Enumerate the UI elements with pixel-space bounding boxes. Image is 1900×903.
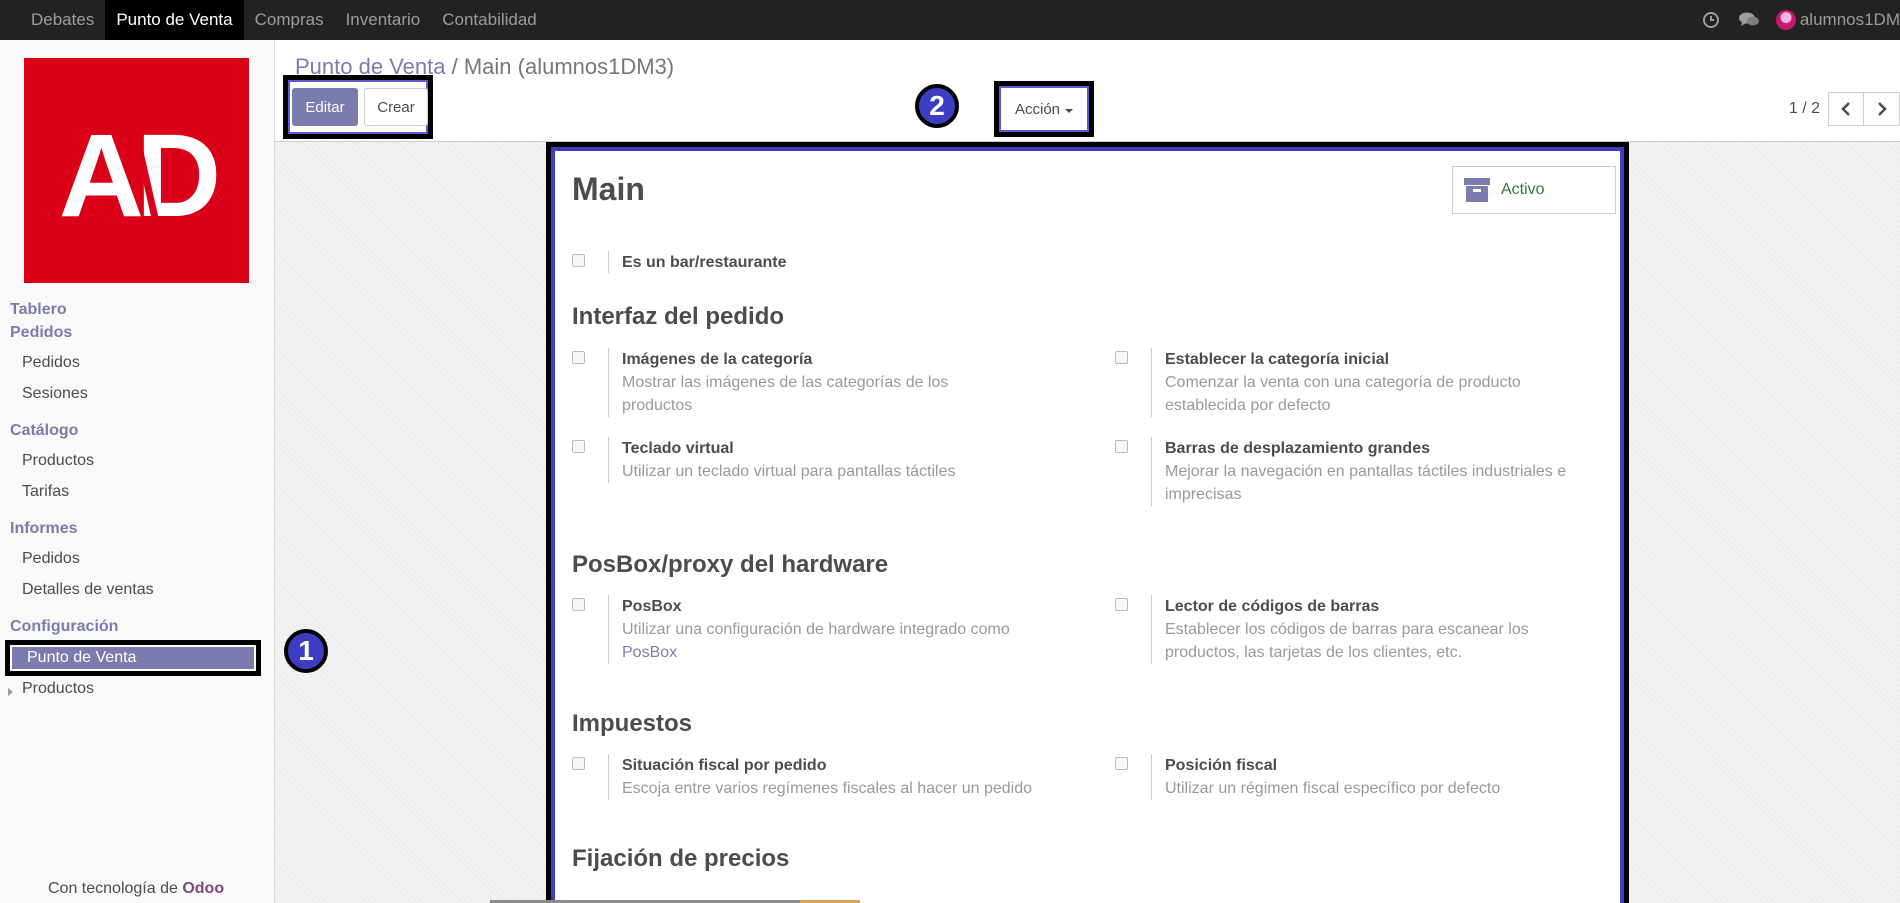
section-interfaz-pedido: Interfaz del pedido bbox=[572, 303, 785, 330]
sidebar-section-configuracion: Configuración bbox=[10, 618, 119, 635]
menu-compras[interactable]: Compras bbox=[244, 0, 335, 40]
sidebar-item-label: Punto de Venta bbox=[10, 645, 256, 671]
virtual-keyboard-desc: Utilizar un teclado virtual para pantall… bbox=[622, 463, 956, 480]
caret-down-icon bbox=[1065, 108, 1074, 113]
sidebar-item-sesiones[interactable]: Sesiones bbox=[22, 385, 88, 403]
start-category-checkbox[interactable] bbox=[1115, 351, 1128, 364]
virtual-keyboard-title: Teclado virtual bbox=[622, 440, 734, 457]
large-scrollbars-desc: Mejorar la navegación en pantallas tácti… bbox=[1165, 463, 1567, 503]
fiscal-per-order-desc: Escoja entre varios regímenes fiscales a… bbox=[622, 780, 1032, 797]
sidebar-section-informes: Informes bbox=[10, 520, 78, 537]
barcode-reader-checkbox[interactable] bbox=[1115, 598, 1128, 611]
sidebar: AD Tablero Pedidos Pedidos Sesiones Catá… bbox=[0, 40, 275, 903]
breadcrumb-separator: / bbox=[451, 54, 458, 79]
posbox-desc-text: Utilizar una configuración de hardware i… bbox=[622, 621, 1010, 638]
start-category-desc: Comenzar la venta con una categoría de p… bbox=[1165, 374, 1521, 414]
fiscal-position-desc: Utilizar un régimen fiscal específico po… bbox=[1165, 780, 1501, 797]
cat-images-title: Imágenes de la categoría bbox=[622, 351, 813, 368]
cat-images-checkbox[interactable] bbox=[572, 351, 585, 364]
callout-2: 2 bbox=[915, 84, 959, 128]
start-category-title: Establecer la categoría inicial bbox=[1165, 351, 1390, 368]
section-fijacion-precios: Fijación de precios bbox=[572, 845, 790, 872]
fiscal-per-order-checkbox[interactable] bbox=[572, 757, 585, 770]
section-impuestos: Impuestos bbox=[572, 710, 693, 737]
section-posbox-hardware: PosBox/proxy del hardware bbox=[572, 551, 889, 578]
fiscal-per-order-title: Situación fiscal por pedido bbox=[622, 757, 827, 774]
chat-icon[interactable] bbox=[1738, 9, 1760, 31]
menu-punto-de-venta[interactable]: Punto de Venta bbox=[105, 0, 244, 40]
menu-debates[interactable]: Debates bbox=[20, 0, 105, 40]
menu-contabilidad[interactable]: Contabilidad bbox=[431, 0, 548, 40]
sidebar-item-punto-de-venta[interactable]: Punto de Venta bbox=[5, 640, 261, 676]
chevron-right-icon bbox=[1877, 102, 1887, 116]
powered-prefix: Con tecnología de bbox=[48, 880, 183, 897]
active-label: Activo bbox=[1501, 181, 1545, 198]
sidebar-section-catalogo: Catálogo bbox=[10, 422, 79, 439]
action-dropdown[interactable]: Acción bbox=[999, 86, 1089, 132]
record-title: Main bbox=[572, 171, 645, 207]
bar-restaurant-label: Es un bar/restaurante bbox=[622, 254, 787, 271]
posbox-checkbox[interactable] bbox=[572, 598, 585, 611]
chevron-left-icon bbox=[1841, 102, 1850, 116]
sidebar-item-config-productos[interactable]: Productos bbox=[22, 680, 94, 698]
callout-1: 1 bbox=[284, 629, 328, 673]
user-avatar[interactable] bbox=[1775, 10, 1796, 30]
posbox-link[interactable]: PosBox bbox=[622, 644, 677, 661]
sidebar-item-productos[interactable]: Productos bbox=[22, 452, 94, 470]
sidebar-section-pedidos[interactable]: Pedidos bbox=[10, 324, 72, 342]
company-logo: AD bbox=[24, 58, 249, 283]
form-sheet-highlight: Main Activo Es un bar/restaurante Interf… bbox=[546, 142, 1629, 903]
sidebar-item-informes-pedidos[interactable]: Pedidos bbox=[22, 550, 80, 568]
barcode-reader-desc: Establecer los códigos de barras para es… bbox=[1165, 621, 1529, 661]
app-menu: Debates Punto de Venta Compras Inventari… bbox=[20, 0, 548, 40]
fiscal-position-checkbox[interactable] bbox=[1115, 757, 1128, 770]
large-scrollbars-checkbox[interactable] bbox=[1115, 440, 1128, 453]
pager: 1 / 2 bbox=[1789, 92, 1900, 126]
sidebar-item-detalles-ventas[interactable]: Detalles de ventas bbox=[22, 581, 154, 599]
clock-icon[interactable] bbox=[1700, 9, 1722, 31]
powered-by: Con tecnología de Odoo bbox=[48, 880, 224, 898]
systray: alumnos1DM bbox=[1700, 0, 1900, 40]
form-sheet: Main Activo Es un bar/restaurante Interf… bbox=[555, 151, 1620, 903]
pager-next-button[interactable] bbox=[1864, 92, 1900, 126]
pager-previous-button[interactable] bbox=[1828, 92, 1864, 126]
large-scrollbars-title: Barras de desplazamiento grandes bbox=[1165, 440, 1430, 457]
posbox-title: PosBox bbox=[622, 598, 682, 615]
bar-restaurant-checkbox[interactable] bbox=[572, 254, 585, 267]
action-highlight: Acción bbox=[994, 81, 1094, 137]
virtual-keyboard-checkbox[interactable] bbox=[572, 440, 585, 453]
edit-create-highlight: Editar Crear bbox=[283, 75, 433, 139]
fiscal-position-title: Posición fiscal bbox=[1165, 757, 1278, 774]
sidebar-item-pedidos[interactable]: Pedidos bbox=[22, 354, 80, 372]
barcode-reader-title: Lector de códigos de barras bbox=[1165, 598, 1380, 615]
action-label: Acción bbox=[1014, 100, 1061, 118]
caret-right-icon bbox=[8, 688, 13, 696]
odoo-link[interactable]: Odoo bbox=[182, 880, 224, 897]
sidebar-tablero[interactable]: Tablero bbox=[10, 301, 67, 319]
menu-inventario[interactable]: Inventario bbox=[335, 0, 432, 40]
breadcrumb-current: Main (alumnos1DM3) bbox=[463, 54, 675, 79]
sidebar-item-tarifas[interactable]: Tarifas bbox=[22, 483, 69, 501]
user-menu[interactable]: alumnos1DM bbox=[1800, 10, 1900, 30]
posbox-desc: Utilizar una configuración de hardware i… bbox=[622, 618, 1022, 664]
active-toggle-button[interactable]: Activo bbox=[1452, 166, 1616, 214]
control-panel: Punto de Venta / Main (alumnos1DM3) Edit… bbox=[275, 40, 1900, 142]
create-button[interactable]: Crear bbox=[364, 88, 428, 126]
archive-icon bbox=[1464, 178, 1490, 202]
edit-button[interactable]: Editar bbox=[292, 88, 358, 126]
cat-images-desc: Mostrar las imágenes de las categorías d… bbox=[622, 374, 949, 414]
pager-value[interactable]: 1 / 2 bbox=[1789, 100, 1820, 118]
top-navbar: Debates Punto de Venta Compras Inventari… bbox=[0, 0, 1900, 41]
